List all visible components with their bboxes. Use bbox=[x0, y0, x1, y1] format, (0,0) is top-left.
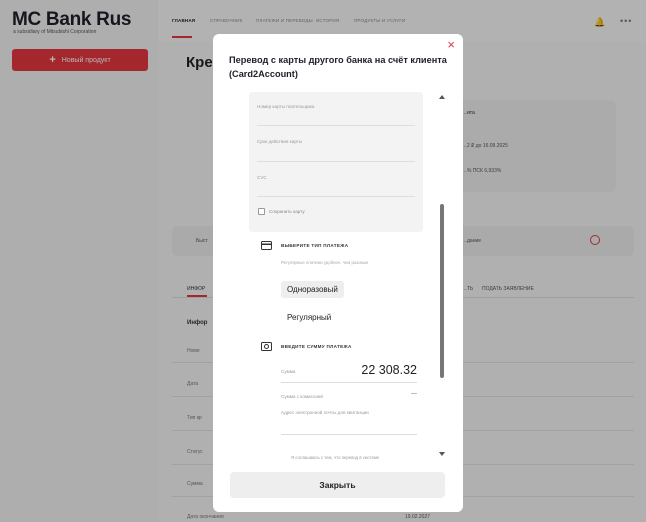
scroll-up-arrow-icon[interactable] bbox=[439, 95, 445, 99]
cvc-underline bbox=[257, 196, 415, 197]
payment-type-title: ВЫБЕРИТЕ ТИП ПЛАТЕЖА bbox=[281, 243, 349, 248]
agreement-text: Я соглашаюсь с тем, что перевод в систем… bbox=[291, 455, 380, 460]
close-button[interactable]: Закрыть bbox=[230, 472, 445, 498]
money-icon bbox=[261, 342, 272, 351]
close-icon[interactable]: × bbox=[447, 37, 455, 52]
card-details-block: Номер карты плательщика Срок действия ка… bbox=[249, 92, 423, 232]
expiry-underline bbox=[257, 161, 415, 162]
card-icon bbox=[261, 241, 272, 250]
card-number-field[interactable]: Номер карты плательщика bbox=[257, 104, 314, 109]
cvc-field[interactable]: CVC bbox=[257, 175, 267, 180]
payment-type-hint: Регулярные платежи удобнее, чем разовые bbox=[281, 260, 369, 265]
save-card-label: Сохранить карту bbox=[269, 209, 305, 214]
amount-title: ВВЕДИТЕ СУММУ ПЛАТЕЖА bbox=[281, 344, 352, 349]
scrollbar-thumb[interactable] bbox=[440, 204, 444, 378]
sum-underline bbox=[281, 382, 417, 383]
scroll-down-arrow-icon[interactable] bbox=[439, 452, 445, 456]
sum-label: Сумма bbox=[281, 369, 296, 374]
payment-type-one-time[interactable]: Одноразовый bbox=[281, 281, 344, 298]
save-card-checkbox[interactable] bbox=[258, 208, 265, 215]
card2account-modal: × Перевод с карты другого банка на счёт … bbox=[213, 34, 463, 512]
sum-input[interactable]: 22 308.32 bbox=[361, 363, 417, 377]
payment-type-regular[interactable]: Регулярный bbox=[281, 309, 337, 326]
email-field[interactable]: Адрес электронной почты для квитанции bbox=[281, 410, 369, 415]
commission-label: Сумма с комиссией bbox=[281, 394, 323, 399]
modal-scrollbar[interactable] bbox=[437, 92, 447, 460]
modal-scroll-area[interactable]: Номер карты плательщика Срок действия ка… bbox=[213, 92, 463, 464]
card-number-underline bbox=[257, 125, 415, 126]
commission-value: — bbox=[411, 391, 417, 397]
modal-title: Перевод с карты другого банка на счёт кл… bbox=[229, 55, 447, 79]
email-underline bbox=[281, 434, 417, 435]
expiry-field[interactable]: Срок действия карты bbox=[257, 139, 302, 144]
